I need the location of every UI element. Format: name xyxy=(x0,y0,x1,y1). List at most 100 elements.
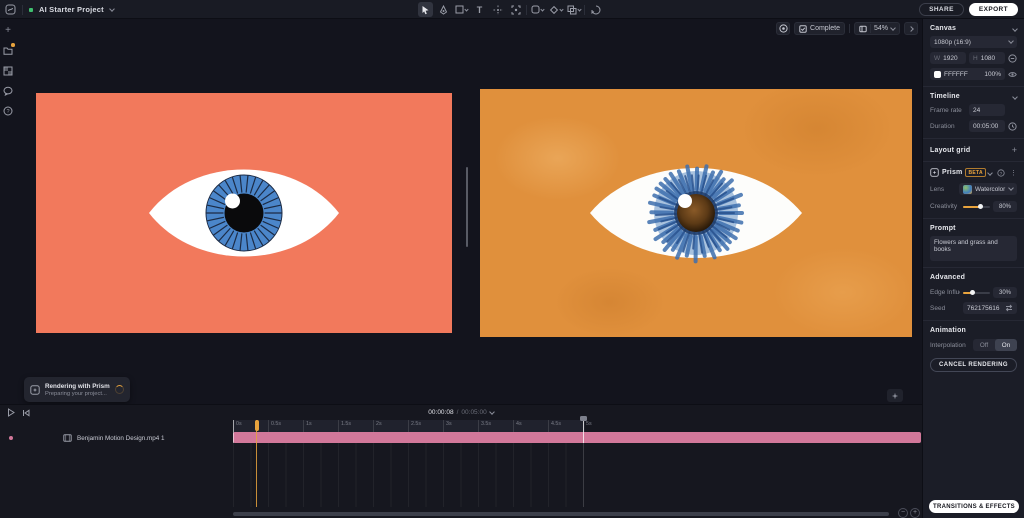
toast-subtitle: Preparing your project... xyxy=(45,391,110,397)
workarea-start-line xyxy=(233,420,234,443)
current-time: 00:00:08 xyxy=(428,409,453,416)
interpolation-off-option[interactable]: Off xyxy=(973,339,995,351)
canvas-scrollbar-vertical[interactable] xyxy=(466,167,468,247)
collapse-chevron-icon[interactable] xyxy=(1012,26,1018,32)
clock-icon[interactable] xyxy=(1008,122,1017,131)
animation-title: Animation xyxy=(930,327,966,334)
advanced-section: Advanced Edge Influe... 30% Seed 7621756… xyxy=(923,267,1024,320)
app-logo-icon[interactable] xyxy=(5,4,16,15)
constrain-proportions-icon[interactable] xyxy=(1008,54,1017,63)
top-bar: AI Starter Project T xyxy=(0,0,1024,19)
advanced-title: Advanced xyxy=(930,274,965,281)
prism-title: Prism xyxy=(942,169,962,176)
lens-thumbnail xyxy=(963,185,972,194)
media-library-icon[interactable] xyxy=(3,65,14,76)
complete-button[interactable]: Complete xyxy=(794,22,845,35)
panel-toggle-icon xyxy=(859,25,867,33)
frame-rate-label: Frame rate xyxy=(930,107,966,114)
artboard-render-preview[interactable] xyxy=(480,89,912,337)
timeline-zoom-in-button[interactable]: + xyxy=(910,508,920,518)
position-tool[interactable] xyxy=(490,2,505,17)
edge-influence-slider[interactable] xyxy=(963,292,990,294)
boolean-group-tool[interactable] xyxy=(566,2,581,17)
canvas-corner-button[interactable] xyxy=(887,389,903,402)
cancel-rendering-button[interactable]: CANCEL RENDERING xyxy=(930,358,1017,372)
layout-grid-title: Layout grid xyxy=(930,147,970,154)
ruler-tick: 3.5s xyxy=(481,421,491,427)
zoom-level: 54% xyxy=(874,25,888,32)
zoom-control[interactable]: 54% xyxy=(854,22,900,35)
prism-icon xyxy=(930,168,939,177)
playhead-handle[interactable] xyxy=(255,420,259,431)
animation-section: Animation Interpolation Off On CANCEL RE… xyxy=(923,320,1024,378)
record-button[interactable] xyxy=(776,22,790,35)
creativity-slider[interactable] xyxy=(963,206,990,208)
select-tool[interactable] xyxy=(418,2,433,17)
add-icon[interactable]: + xyxy=(3,25,14,36)
ruler-tick: 3s xyxy=(446,421,452,427)
text-tool[interactable]: T xyxy=(472,2,487,17)
timeline-ruler[interactable] xyxy=(233,420,585,432)
visibility-eye-icon[interactable] xyxy=(1008,71,1017,78)
info-icon[interactable]: ? xyxy=(997,169,1005,177)
pen-tool[interactable] xyxy=(436,2,451,17)
creativity-value[interactable]: 80% xyxy=(993,201,1017,212)
ruler-tick: 1.5s xyxy=(341,421,351,427)
width-field[interactable]: W1920 xyxy=(930,52,966,64)
fill-color-field[interactable]: FFFFFF 100% xyxy=(930,68,1005,80)
timecode-display[interactable]: 00:00:08 / 00:05:00 xyxy=(0,405,922,420)
track-grid xyxy=(233,443,583,507)
zoom-chevron-icon xyxy=(890,25,896,31)
frame-tool[interactable] xyxy=(530,2,545,17)
project-name[interactable]: AI Starter Project xyxy=(39,5,104,14)
project-menu-chevron-icon[interactable] xyxy=(109,6,115,12)
creativity-label: Creativity xyxy=(930,203,960,210)
lens-select[interactable]: Watercolor xyxy=(959,183,1017,195)
help-icon[interactable]: ? xyxy=(3,105,14,116)
timeline-zoom-out-button[interactable]: − xyxy=(898,508,908,518)
shuffle-icon[interactable] xyxy=(1005,304,1013,312)
timeline-scrollbar[interactable] xyxy=(233,512,889,516)
share-button[interactable]: SHARE xyxy=(919,3,964,16)
workarea-end-line[interactable] xyxy=(583,420,584,443)
workarea-end-handle[interactable] xyxy=(580,416,587,421)
seed-field[interactable]: 762175616 xyxy=(963,302,1017,314)
duration-field[interactable]: 00:05:00 xyxy=(969,120,1005,132)
comment-tool[interactable] xyxy=(588,2,603,17)
height-field[interactable]: H1080 xyxy=(969,52,1005,64)
kebab-menu-icon[interactable]: ⋮ xyxy=(1010,169,1017,177)
collapse-chevron-icon[interactable] xyxy=(987,170,993,176)
complete-icon xyxy=(799,25,807,33)
total-time: 00:05:00 xyxy=(461,409,486,416)
canvas-area[interactable]: Complete 54% xyxy=(16,19,922,404)
transitions-effects-button[interactable]: TRANSITIONS & EFFECTS xyxy=(929,500,1019,513)
assets-folder-icon[interactable] xyxy=(3,45,14,56)
add-layout-grid-icon[interactable]: + xyxy=(1012,145,1017,155)
playhead-line xyxy=(256,420,257,507)
edge-influence-value[interactable]: 30% xyxy=(993,287,1017,298)
frame-rate-field[interactable]: 24 xyxy=(969,104,1005,116)
collapse-panel-button[interactable] xyxy=(904,22,918,35)
edge-influence-label: Edge Influe... xyxy=(930,289,960,296)
canvas-controls: Complete 54% xyxy=(776,22,918,35)
diamond-tool[interactable] xyxy=(548,2,563,17)
shape-rect-tool[interactable] xyxy=(454,2,469,17)
artboard-original[interactable] xyxy=(36,93,452,333)
tool-bar: T xyxy=(418,2,603,17)
timecode-chevron-icon xyxy=(489,409,495,415)
color-swatch[interactable] xyxy=(934,71,941,78)
video-clip-bar[interactable] xyxy=(233,432,921,443)
track-color-dot xyxy=(9,436,13,440)
properties-sidebar: Canvas 1080p (16:9) W1920 H1080 FFFFFF 1… xyxy=(922,19,1024,518)
collapse-chevron-icon[interactable] xyxy=(1012,94,1018,100)
toast-title: Rendering with Prism xyxy=(45,383,110,390)
prism-section: Prism BETA ? ⋮ Lens Watercolor C xyxy=(923,162,1024,218)
canvas-section-title: Canvas xyxy=(930,25,956,32)
ai-select-tool[interactable] xyxy=(508,2,523,17)
resolution-preset-select[interactable]: 1080p (16:9) xyxy=(930,36,1017,48)
prompt-textarea[interactable]: Flowers and grass and books xyxy=(930,236,1017,261)
track-row[interactable]: Benjamin Motion Design.mp4 1 xyxy=(0,432,233,444)
export-button[interactable]: EXPORT xyxy=(969,3,1018,16)
interpolation-on-option[interactable]: On xyxy=(995,339,1017,351)
chat-icon[interactable] xyxy=(3,85,14,96)
